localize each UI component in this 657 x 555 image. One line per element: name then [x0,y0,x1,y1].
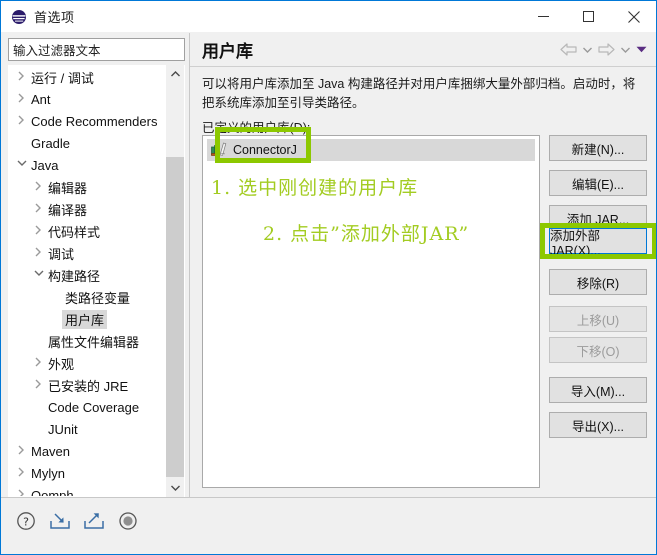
view-menu-chevron-down-icon[interactable] [634,40,648,60]
chevron-right-icon[interactable] [32,247,45,260]
chevron-right-icon[interactable] [32,357,45,370]
sidebar-item-label: Java [31,157,59,173]
svg-text:?: ? [23,516,29,529]
window-controls [521,1,656,32]
sidebar-item-15[interactable]: Code Coverage [9,396,184,418]
forward-history-chevron-down-icon[interactable] [618,40,632,60]
forward-arrow-icon[interactable] [596,40,616,60]
chevron-right-icon[interactable] [15,115,28,128]
export-icon[interactable] [81,508,107,534]
highlight-box-library-item [215,127,311,163]
chevron-down-icon[interactable] [15,160,28,170]
scroll-up-button[interactable] [166,65,184,83]
sidebar-item-16[interactable]: JUnit [9,418,184,440]
scrollbar-thumb[interactable] [166,157,184,477]
chevron-right-icon[interactable] [15,489,28,496]
sidebar-item-4[interactable]: Java [9,154,184,176]
preferences-dialog: 首选项 运行 / 调试 Ant Code Recommenders Gradle Jav… [0,0,657,555]
scroll-down-button[interactable] [166,479,184,497]
sidebar-item-1[interactable]: Ant [9,88,184,110]
sidebar-item-12[interactable]: 属性文件编辑器 [9,330,184,352]
sidebar-item-label: 代码样式 [48,224,101,240]
chevron-right-icon[interactable] [15,467,28,480]
sidebar-item-2[interactable]: Code Recommenders [9,110,184,132]
sidebar-item-label: 属性文件编辑器 [48,334,140,350]
library-button-6: 下移(O) [549,337,647,363]
page-nav-tools [558,40,648,60]
preferences-tree[interactable]: 运行 / 调试 Ant Code Recommenders Gradle Java 编辑器… [8,65,185,497]
chevron-right-icon[interactable] [15,445,28,458]
library-button-1[interactable]: 编辑(E)... [549,170,647,196]
sidebar-item-label: 用户库 [62,309,108,329]
sidebar-item-5[interactable]: 编辑器 [9,176,184,198]
sidebar-item-18[interactable]: Mylyn [9,462,184,484]
page-header: 用户库 [190,33,656,67]
sidebar-item-label: 运行 / 调试 [31,70,94,86]
window-title: 首选项 [34,10,75,25]
title-bar: 首选项 [1,1,656,32]
library-button-7[interactable]: 导入(M)... [549,377,647,403]
sidebar-item-13[interactable]: 外观 [9,352,184,374]
sidebar-item-label: Mylyn [31,465,65,481]
chevron-down-icon[interactable] [32,270,45,280]
back-history-chevron-down-icon[interactable] [580,40,594,60]
sidebar-item-label: 构建路径 [48,268,101,284]
tree-scrollbar[interactable] [166,65,184,497]
sidebar-item-9[interactable]: 构建路径 [9,264,184,286]
sidebar-item-label: 类路径变量 [65,290,131,306]
help-icon[interactable]: ? [13,508,39,534]
minimize-button[interactable] [521,1,566,32]
footer-icon-toolbar: ? [13,508,141,534]
library-button-8[interactable]: 导出(X)... [549,412,647,438]
page-description: 可以将用户库添加至 Java 构建路径并对用户库捆绑大量外部归档。启动时，将把系… [202,77,636,110]
sidebar-item-0[interactable]: 运行 / 调试 [9,66,184,88]
sidebar-item-label: Maven [31,443,71,459]
chevron-right-icon[interactable] [32,225,45,238]
sidebar-item-label: 调试 [48,246,75,262]
sidebar-item-label: 编辑器 [48,180,88,196]
sidebar-item-17[interactable]: Maven [9,440,184,462]
page-title: 用户库 [202,42,253,61]
library-button-4[interactable]: 移除(R) [549,269,647,295]
sidebar-item-label: 编译器 [48,202,88,218]
annotation-step-2: 2. 点击”添加外部JAR” [263,223,470,245]
sidebar-item-19[interactable]: Oomph [9,484,184,497]
chevron-right-icon[interactable] [32,181,45,194]
sidebar-item-label: JUnit [48,421,78,437]
annotation-step-1: 1. 选中刚创建的用户库 [211,177,419,199]
sidebar-item-label: 已安装的 JRE [48,378,129,394]
sidebar-item-label: Code Recommenders [31,113,158,129]
sidebar-item-label: Oomph [31,487,74,497]
import-icon[interactable] [47,508,73,534]
chevron-right-icon[interactable] [15,93,28,106]
sidebar-item-label: Code Coverage [48,399,140,415]
chevron-right-icon[interactable] [32,379,45,392]
maximize-button[interactable] [566,1,611,32]
sidebar-item-7[interactable]: 代码样式 [9,220,184,242]
dialog-footer: ? [1,498,656,554]
library-button-0[interactable]: 新建(N)... [549,135,647,161]
search-input[interactable] [8,38,185,61]
sidebar-item-10[interactable]: 类路径变量 [9,286,184,308]
chevron-right-icon[interactable] [32,203,45,216]
eclipse-icon [11,9,27,25]
sidebar-item-14[interactable]: 已安装的 JRE [9,374,184,396]
chevron-right-icon[interactable] [15,71,28,84]
sidebar-item-3[interactable]: Gradle [9,132,184,154]
close-button[interactable] [611,1,656,32]
sidebar-item-label: Ant [31,91,51,107]
highlight-box-add-external-jar [540,223,656,259]
sidebar-item-8[interactable]: 调试 [9,242,184,264]
sidebar-item-label: Gradle [31,135,71,151]
sidebar-item-label: 外观 [48,356,75,372]
restore-defaults-icon[interactable] [115,508,141,534]
sidebar-item-6[interactable]: 编译器 [9,198,184,220]
sidebar-item-11[interactable]: 用户库 [9,308,184,330]
back-arrow-icon[interactable] [558,40,578,60]
library-button-5: 上移(U) [549,306,647,332]
